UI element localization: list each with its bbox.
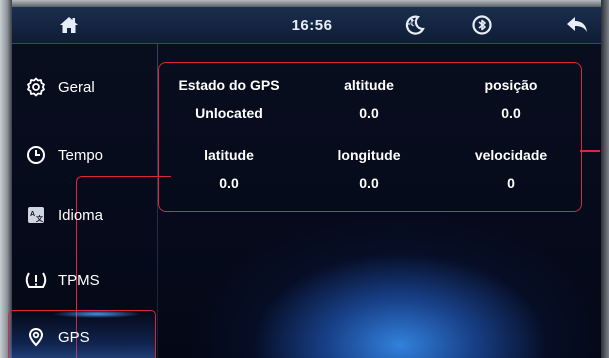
gps-info-panel: Estado do GPS altitude posição Unlocated… (158, 62, 582, 212)
sidebar-item-label: Idioma (58, 206, 104, 224)
longitude-label: longitude (337, 147, 401, 163)
night-mode-icon: ☾ (405, 15, 425, 35)
sidebar-item-gps[interactable]: GPS (12, 314, 158, 358)
sidebar-item-tempo[interactable]: Tempo (12, 132, 158, 178)
altitude-value: 0.0 (359, 105, 379, 121)
sidebar-item-label: Geral (58, 78, 95, 96)
longitude-value: 0.0 (359, 175, 379, 191)
home-icon (60, 17, 78, 33)
bezel-left (0, 0, 12, 358)
back-arrow-icon (567, 17, 587, 32)
gps-status-label: Estado do GPS (178, 77, 280, 93)
location-pin-icon (24, 325, 48, 349)
clock: 16:56 (291, 16, 333, 34)
altitude-label: altitude (344, 77, 394, 93)
sidebar-item-label: TPMS (58, 271, 100, 289)
position-value: 0.0 (501, 105, 521, 121)
clock-icon (24, 143, 48, 167)
night-mode-button[interactable]: ☾ (400, 7, 430, 43)
bezel-top (0, 0, 609, 7)
bluetooth-icon (472, 15, 492, 35)
settings-sidebar: Geral Tempo A 文 Idioma TPMS GPS (8, 44, 171, 358)
back-button[interactable] (560, 7, 594, 43)
speed-label: velocidade (474, 147, 548, 163)
svg-text:文: 文 (36, 214, 44, 223)
bezel-right (601, 0, 609, 358)
position-label: posição (484, 77, 538, 93)
sidebar-item-label: Tempo (58, 146, 104, 164)
sidebar-item-geral[interactable]: Geral (12, 64, 158, 110)
home-button[interactable] (54, 7, 84, 43)
svg-text:A: A (30, 211, 35, 218)
bluetooth-button[interactable] (467, 7, 497, 43)
gps-status-value: Unlocated (195, 105, 263, 121)
language-icon: A 文 (24, 203, 48, 227)
head-unit-screen: 16:56 ☾ Geral Tempo A 文 Idioma TPMS GPS … (0, 0, 609, 358)
latitude-label: latitude (204, 147, 254, 163)
panel-connector-line (580, 150, 600, 152)
sidebar-item-idioma[interactable]: A 文 Idioma (12, 192, 158, 238)
sidebar-item-tpms[interactable]: TPMS (12, 257, 158, 303)
sidebar-item-label: GPS (58, 328, 90, 346)
speed-value: 0 (507, 175, 515, 191)
gear-icon (24, 75, 48, 99)
status-bar: 16:56 ☾ (12, 7, 601, 44)
latitude-value: 0.0 (219, 175, 239, 191)
tire-pressure-icon (24, 268, 48, 292)
